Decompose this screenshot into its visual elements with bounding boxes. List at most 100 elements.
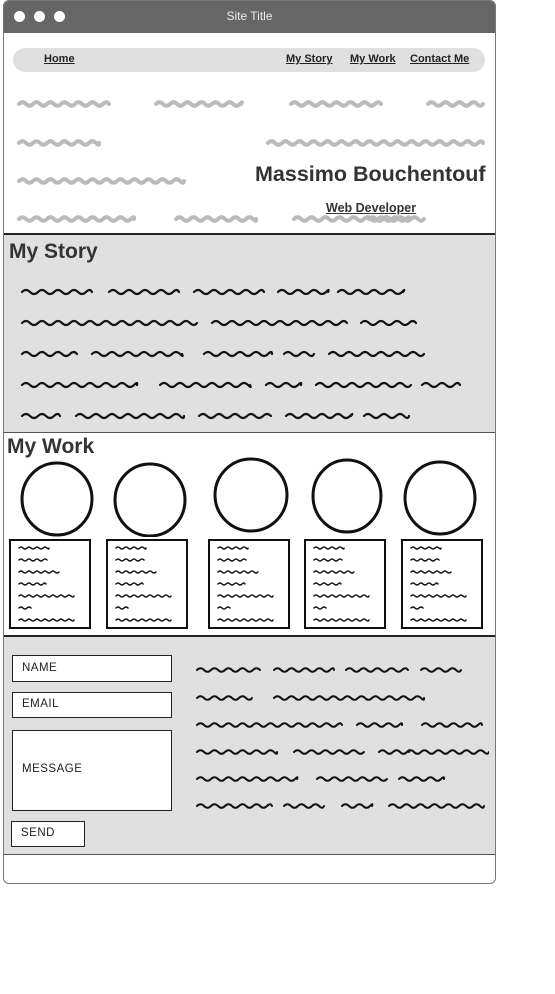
title-bar: Site Title	[4, 1, 495, 33]
work-card-text-scribble	[217, 546, 249, 550]
email-field[interactable]: EMAIL	[12, 692, 172, 718]
nav-story-link[interactable]: My Story	[286, 53, 332, 65]
name-field[interactable]: NAME	[12, 655, 172, 682]
story-text-scribble	[314, 381, 413, 389]
story-text-scribble	[210, 319, 349, 327]
story-text-scribble	[20, 319, 199, 327]
work-card-text-scribble	[217, 558, 247, 562]
name-field-label: NAME	[22, 662, 58, 674]
story-text-scribble	[90, 350, 184, 358]
window-title: Site Title	[226, 9, 273, 23]
work-card-text-scribble	[217, 618, 274, 622]
story-text-scribble	[20, 288, 94, 296]
work-card-text-scribble	[217, 606, 231, 610]
contact-text-scribble	[420, 667, 462, 673]
contact-text-scribble	[196, 695, 253, 701]
work-card[interactable]	[9, 539, 91, 629]
placeholder-scribble	[426, 100, 485, 108]
contact-text-scribble	[421, 722, 483, 728]
story-text-scribble	[282, 350, 316, 358]
work-card-text-scribble	[313, 570, 355, 574]
contact-text-scribble	[341, 803, 374, 809]
message-field[interactable]: MESSAGE	[12, 730, 172, 811]
story-text-scribble	[264, 381, 303, 389]
story-text-scribble	[20, 381, 139, 389]
work-card-text-scribble	[115, 570, 157, 574]
story-text-scribble	[284, 412, 354, 420]
contact-section: NAME EMAIL MESSAGE SEND	[4, 635, 495, 855]
work-section: My Work	[4, 433, 495, 635]
nav-contact-link[interactable]: Contact Me	[410, 53, 469, 65]
work-card[interactable]	[106, 539, 188, 629]
placeholder-scribble	[17, 177, 186, 185]
work-card[interactable]	[401, 539, 483, 629]
work-card-text-scribble	[18, 618, 75, 622]
story-text-scribble	[420, 381, 462, 389]
work-card-text-scribble	[313, 618, 370, 622]
story-title: My Story	[9, 240, 98, 263]
work-card-text-scribble	[410, 594, 467, 598]
contact-text-scribble	[196, 667, 261, 673]
work-card-text-scribbles	[410, 546, 467, 622]
work-card-text-scribble	[217, 582, 246, 586]
work-card-text-scribble	[313, 606, 327, 610]
work-card-text-scribbles	[115, 546, 172, 622]
work-card-text-scribble	[410, 558, 440, 562]
contact-text-scribble	[345, 667, 409, 673]
placeholder-scribble	[367, 215, 426, 223]
work-card-text-scribble	[217, 594, 274, 598]
story-text-scribble	[359, 319, 418, 327]
message-field-label: MESSAGE	[22, 763, 83, 775]
work-card-text-scribble	[313, 582, 342, 586]
navigation-bar: Home My Story My Work Contact Me	[13, 48, 485, 72]
contact-text-scribble	[273, 667, 335, 673]
story-text-scribble	[158, 381, 252, 389]
work-card-text-scribble	[410, 546, 442, 550]
contact-text-scribble	[196, 749, 279, 755]
work-card-text-scribble	[18, 582, 47, 586]
browser-window: Site Title Home My Story My Work Contact…	[3, 0, 496, 884]
work-card-text-scribble	[410, 570, 452, 574]
placeholder-scribble	[174, 215, 259, 223]
contact-text-scribble	[196, 776, 299, 782]
contact-text-scribble	[273, 695, 426, 701]
work-card-text-scribble	[410, 582, 439, 586]
story-text-scribble	[20, 412, 62, 420]
story-text-scribble	[107, 288, 181, 296]
work-thumbnail-circle[interactable]	[20, 461, 94, 537]
story-text-scribbles	[20, 288, 462, 420]
work-card-text-scribble	[313, 594, 370, 598]
contact-text-scribble	[356, 722, 404, 728]
work-card[interactable]	[304, 539, 386, 629]
contact-text-scribble	[196, 722, 343, 728]
hero-placeholder-scribbles	[17, 100, 485, 223]
placeholder-scribble	[266, 139, 485, 147]
work-card-text-scribble	[115, 618, 172, 622]
work-thumbnail-circle[interactable]	[403, 460, 477, 536]
work-card-text-scribble	[217, 570, 259, 574]
work-card-text-scribble	[410, 606, 424, 610]
story-text-scribble	[202, 350, 274, 358]
story-text-scribble	[197, 412, 273, 420]
work-card[interactable]	[208, 539, 290, 629]
placeholder-scribble	[17, 100, 111, 108]
placeholder-scribble	[17, 139, 102, 147]
contact-text-scribble	[293, 749, 365, 755]
work-card-text-scribble	[115, 594, 172, 598]
work-card-text-scribble	[115, 582, 144, 586]
hero-role[interactable]: Web Developer	[326, 201, 416, 215]
placeholder-scribble	[154, 100, 245, 108]
contact-text-scribble	[388, 803, 485, 809]
work-thumbnail-circle[interactable]	[213, 457, 289, 533]
work-thumbnail-circle[interactable]	[311, 458, 383, 534]
work-thumbnail-circle[interactable]	[113, 462, 187, 537]
nav-work-link[interactable]: My Work	[350, 53, 396, 65]
contact-text-scribble	[283, 803, 325, 809]
work-card-text-scribbles	[217, 546, 274, 622]
work-card-text-scribble	[115, 558, 145, 562]
send-button[interactable]: SEND	[11, 821, 85, 847]
nav-home-link[interactable]: Home	[44, 53, 75, 65]
contact-text-scribble	[378, 749, 411, 755]
contact-text-scribble	[406, 749, 489, 755]
story-text-scribble	[336, 288, 406, 296]
